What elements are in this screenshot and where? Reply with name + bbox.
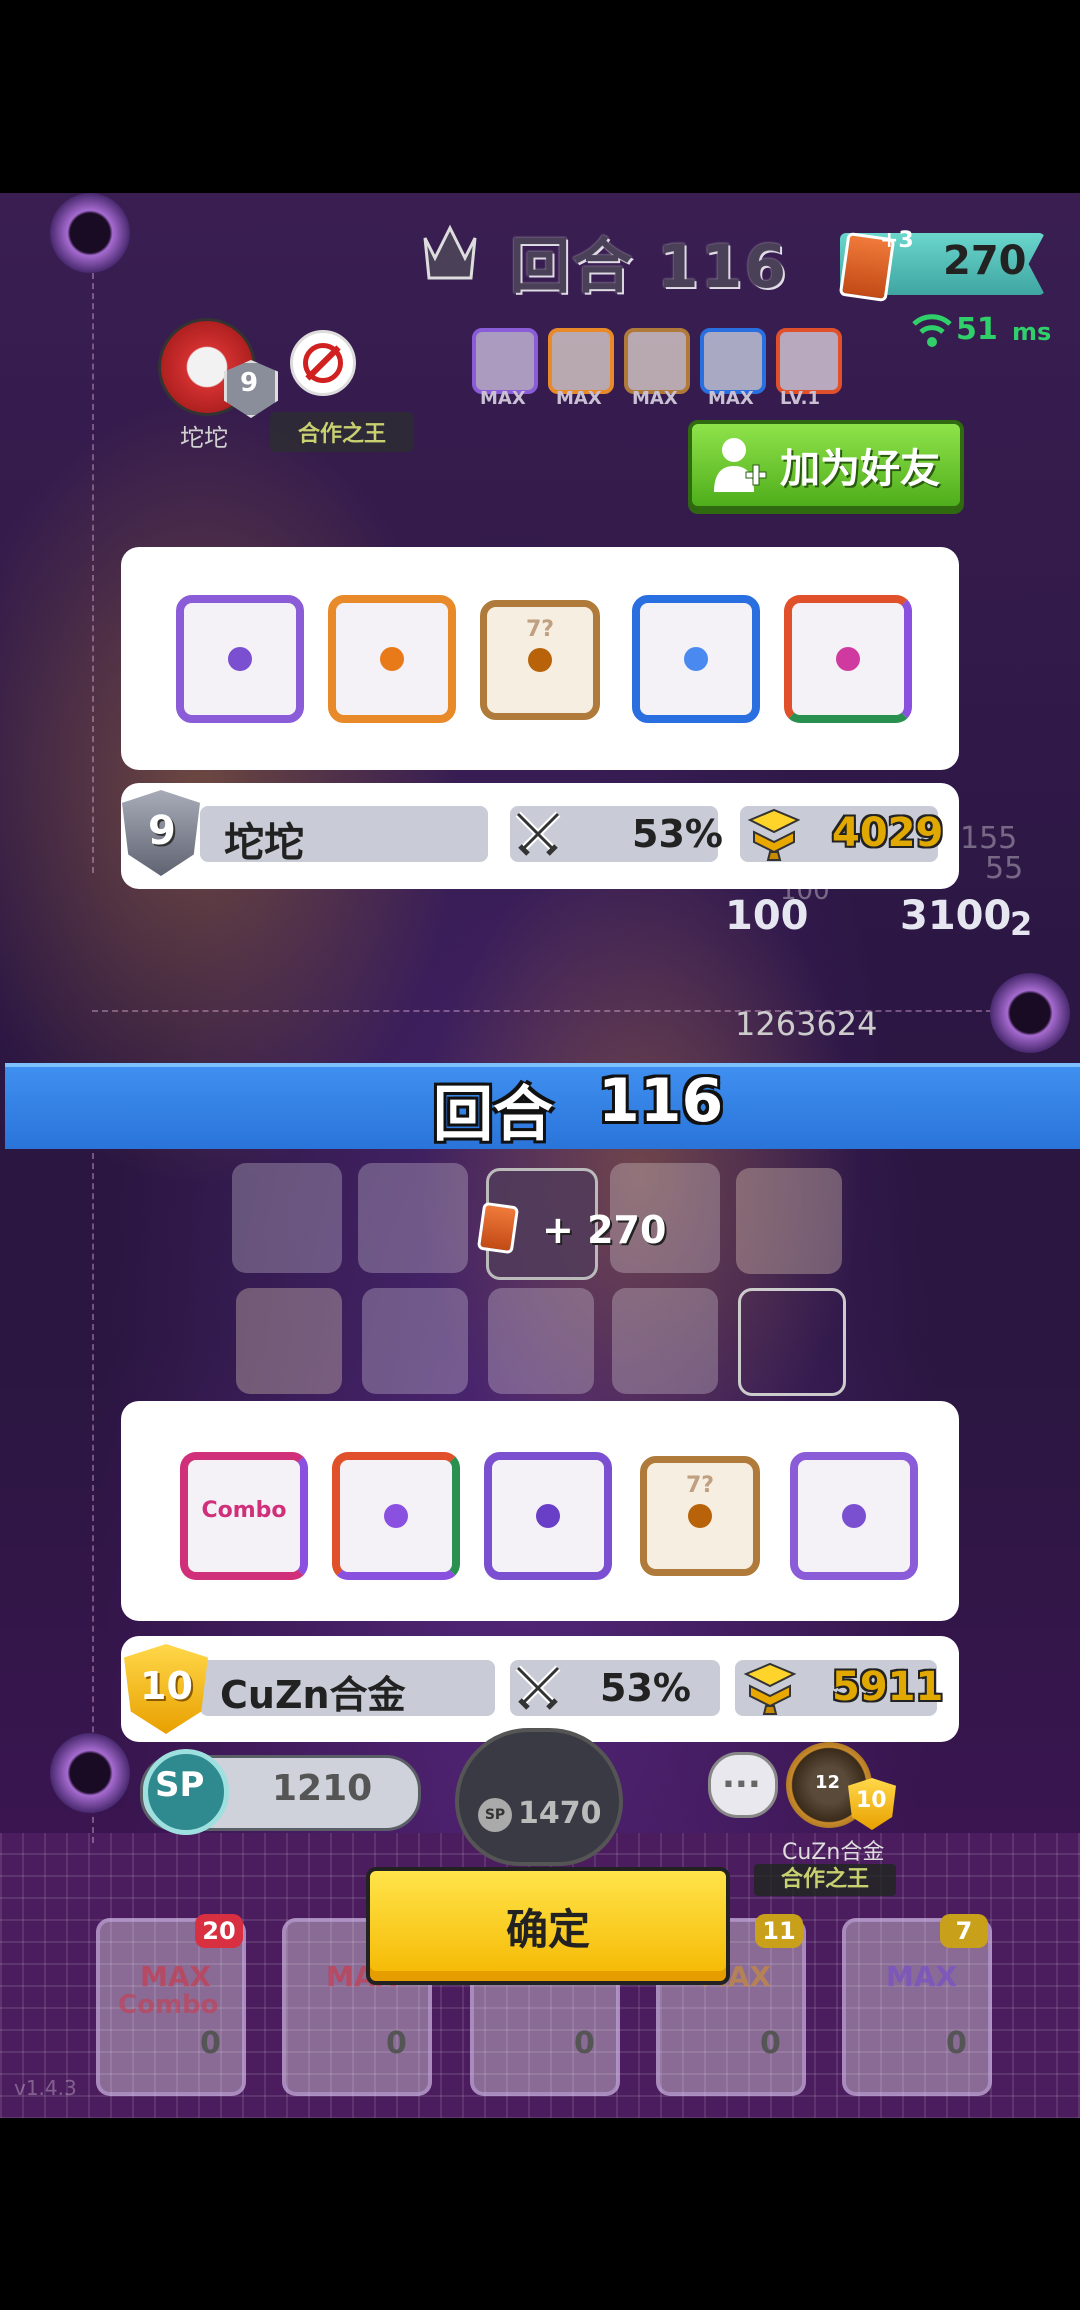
banner-round-label: 回合 <box>433 1080 553 1150</box>
board-dice <box>612 1288 718 1394</box>
snow-dice[interactable] <box>632 595 760 723</box>
banner-round-number: 116 <box>598 1066 724 1136</box>
player-winrate: 53% <box>600 1666 691 1710</box>
opponent-name-small: 坨坨 <box>180 424 228 452</box>
add-friend-label: 加为好友 <box>780 446 940 492</box>
boss-hp: 1263624 <box>735 1005 878 1043</box>
wifi-icon <box>912 314 952 347</box>
empty-slot <box>738 1288 846 1396</box>
ping-value: 51 <box>956 312 998 347</box>
card-count: 270 <box>943 238 1027 284</box>
opponent-rank-value: 9 <box>148 808 176 854</box>
board-dice <box>362 1288 468 1394</box>
card-sp: 0 <box>386 2026 407 2061</box>
opponent-title: 合作之王 <box>270 412 415 452</box>
round-counter: 回合 116 <box>510 232 789 302</box>
portal-icon <box>50 1733 130 1813</box>
opponent-winrate: 53% <box>632 812 723 856</box>
board-border <box>92 273 94 873</box>
mystery-dice[interactable]: 7? <box>640 1456 760 1576</box>
player-rank-value: 10 <box>140 1664 193 1708</box>
board-dice <box>488 1288 594 1394</box>
card-max: MAX <box>140 1960 212 1993</box>
damage-number: 55 <box>985 851 1024 886</box>
orange-dice[interactable] <box>328 595 456 723</box>
sp-cost-icon: SP <box>478 1798 512 1832</box>
player-trophies: 5911 <box>832 1664 944 1710</box>
card-icon <box>476 1201 520 1255</box>
deck-level: MAX <box>632 388 678 409</box>
rainbow-dice[interactable] <box>332 1452 460 1580</box>
confirm-label: 确定 <box>505 1904 590 1954</box>
board-dice <box>236 1288 342 1394</box>
player-level: 12 <box>815 1772 841 1793</box>
card-badge: 11 <box>755 1914 803 1948</box>
damage-number: 3100 <box>900 893 1012 939</box>
combo-dice[interactable]: Combo <box>180 1452 308 1580</box>
board-dice <box>736 1168 842 1274</box>
deck-mini-dice <box>624 328 690 394</box>
purple-orb-dice[interactable] <box>176 595 304 723</box>
opponent-name: 坨坨 <box>224 820 304 866</box>
sp-value: 1210 <box>272 1768 373 1809</box>
mystery-dice[interactable]: 7? <box>480 600 600 720</box>
card-sub: Combo <box>118 1990 219 2020</box>
player-rank-small: 10 <box>856 1788 887 1813</box>
version-label: v1.4.3 <box>14 2076 77 2100</box>
sp-icon-label: SP <box>155 1765 205 1805</box>
portal-icon <box>990 973 1070 1053</box>
chat-icon: ... <box>722 1756 761 1796</box>
card-sp: 0 <box>760 2026 781 2061</box>
deck-level: MAX <box>708 388 754 409</box>
player-title: 合作之王 <box>754 1864 896 1896</box>
gold-trophy-icon <box>743 1662 797 1715</box>
crossed-swords-icon <box>515 1665 561 1710</box>
player-name: CuZn合金 <box>220 1673 406 1717</box>
deck-mini-dice <box>472 328 538 394</box>
card-sp: 0 <box>574 2026 595 2061</box>
purple-orb-dice[interactable] <box>790 1452 918 1580</box>
boss-crown-icon <box>423 224 477 280</box>
deck-mini-dice <box>548 328 614 394</box>
player-name-small: CuZn合金 <box>782 1840 885 1865</box>
confirm-button[interactable]: 确定 <box>366 1867 730 1985</box>
add-user-icon <box>714 438 767 492</box>
ping-unit: ms <box>1012 318 1052 346</box>
deck-level: MAX <box>556 388 602 409</box>
block-icon[interactable] <box>290 330 356 396</box>
rainbow-dice[interactable] <box>784 595 912 723</box>
card-badge: 7 <box>940 1914 988 1948</box>
board-dice <box>358 1163 468 1273</box>
deck-mini-dice <box>776 328 842 394</box>
deck-level: MAX <box>480 388 526 409</box>
card-sp: 0 <box>946 2026 967 2061</box>
portal-icon <box>50 193 130 273</box>
card-max: MAX <box>886 1960 958 1993</box>
deck-level: LV.1 <box>780 388 820 409</box>
summon-cost: 1470 <box>518 1796 602 1831</box>
card-reward: + 270 <box>542 1208 667 1252</box>
add-friend-button[interactable]: 加为好友 <box>688 420 964 510</box>
opponent-trophies: 4029 <box>832 810 944 856</box>
gold-trophy-icon <box>747 808 801 861</box>
card-plus: +3 <box>880 228 914 253</box>
opponent-rank: 9 <box>240 368 259 398</box>
crossed-swords-icon <box>515 811 561 856</box>
card-sp: 0 <box>200 2026 221 2061</box>
deck-mini-dice <box>700 328 766 394</box>
card-badge: 20 <box>195 1914 243 1948</box>
purple-light-dice[interactable] <box>484 1452 612 1580</box>
board-dice <box>232 1163 342 1273</box>
damage-number: 2 <box>1010 905 1033 943</box>
